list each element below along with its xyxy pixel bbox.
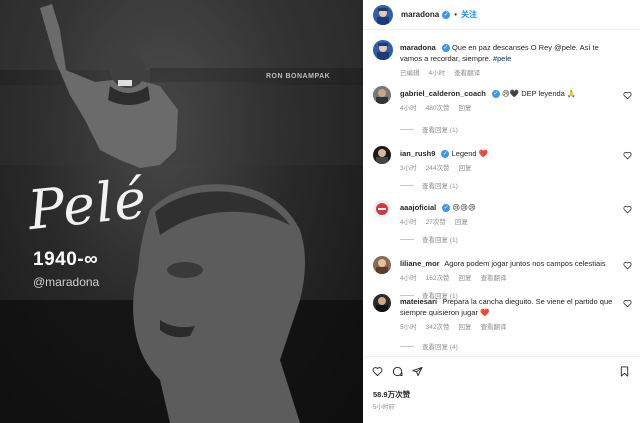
comment-time: 5小时 [400, 324, 417, 331]
avatar[interactable] [373, 86, 391, 104]
comment-text: 😢🖤 DEP leyenda 🙏 [501, 89, 577, 98]
comment-likes[interactable]: 27次赞 [426, 219, 446, 226]
avatar[interactable] [373, 200, 391, 218]
separator-dot: • [454, 10, 458, 19]
translate-link[interactable]: 查看翻译 [480, 324, 506, 331]
comment-username[interactable]: aaajoficial [400, 203, 436, 212]
signature-text: Pelé [24, 166, 151, 243]
view-replies-label: 查看回复 (1) [422, 183, 458, 190]
heart-icon[interactable] [623, 205, 632, 214]
post-header: maradona ✓ • 关注 [363, 0, 640, 30]
avatar[interactable] [373, 146, 391, 164]
avatar[interactable] [373, 294, 391, 312]
comment-icon[interactable] [392, 366, 403, 377]
comment-time: 3小时 [400, 165, 417, 172]
post-image[interactable]: RON BONAMPAK Pelé 1940-∞ @maradona [0, 0, 363, 423]
comment-text: Agora podem jogar juntos nos campos cele… [444, 259, 606, 268]
heart-icon[interactable] [623, 299, 632, 308]
heart-icon[interactable] [623, 261, 632, 270]
bookmark-icon[interactable] [619, 366, 630, 377]
comment-time: 4小时 [400, 275, 417, 282]
comment-likes[interactable]: 342次赞 [426, 324, 450, 331]
view-replies-button[interactable]: 查看回复 (1) [400, 234, 458, 244]
divider-line [400, 128, 414, 130]
comments-list[interactable]: maradona ✓ Que en paz descanses O Rey @pe… [363, 30, 640, 355]
heart-icon[interactable] [623, 91, 632, 100]
likes-count[interactable]: 58.9万次赞 [373, 389, 410, 400]
post-actions-bar: 58.9万次赞 5小时前 [363, 356, 640, 423]
reply-button[interactable]: 回复 [455, 219, 468, 226]
view-replies-button[interactable]: 查看回复 (1) [400, 124, 458, 134]
comment-username[interactable]: mateiesari [400, 297, 437, 306]
reply-button[interactable]: 回复 [458, 165, 471, 172]
view-replies-button[interactable]: 查看回复 (1) [400, 180, 458, 190]
heart-icon[interactable] [623, 151, 632, 160]
hashtag-link[interactable]: #pele [493, 54, 511, 63]
verified-badge-icon: ✓ [442, 10, 451, 19]
comment-likes[interactable]: 162次赞 [426, 275, 450, 282]
view-replies-label: 查看回复 (1) [422, 127, 458, 134]
divider-line [400, 345, 414, 347]
comment-username[interactable]: ian_rush9 [400, 149, 435, 158]
comment-time: 4小时 [400, 219, 417, 226]
avatar[interactable] [373, 4, 393, 25]
translate-link[interactable]: 查看翻译 [480, 275, 506, 282]
comment-time: 4小时 [400, 105, 417, 112]
comment-likes[interactable]: 480次赞 [426, 105, 450, 112]
comment-text: 😢😢😢 [452, 203, 476, 212]
translate-link[interactable]: 查看翻译 [454, 70, 480, 77]
caption-username[interactable]: maradona [400, 43, 436, 52]
years-text: 1940-∞ [33, 249, 99, 270]
post-time: 5小时前 [373, 405, 395, 411]
divider-line [400, 184, 414, 186]
comment-text: Legend ❤️ [451, 149, 488, 158]
share-icon[interactable] [412, 366, 423, 377]
edited-label: 已编辑 [400, 70, 420, 77]
comment-username[interactable]: liliane_mor [400, 259, 440, 268]
caption-time: 4小时 [428, 70, 446, 77]
reply-button[interactable]: 回复 [458, 324, 471, 331]
comment-likes[interactable]: 244次赞 [426, 165, 450, 172]
verified-badge-icon: ✓ [442, 204, 451, 213]
comment-username[interactable]: gabriel_calderon_coach [400, 89, 486, 98]
follow-button[interactable]: 关注 [461, 9, 477, 20]
header-username[interactable]: maradona [401, 10, 439, 19]
avatar[interactable] [373, 40, 393, 60]
verified-badge-icon: ✓ [491, 90, 500, 99]
like-heart-icon[interactable] [372, 366, 383, 377]
divider-line [400, 238, 414, 240]
image-handle-text: @maradona [33, 275, 100, 289]
reply-button[interactable]: 回复 [458, 275, 471, 282]
stadium-sign-text: RON BONAMPAK [266, 73, 331, 80]
view-replies-button[interactable]: 查看回复 (4) [400, 341, 458, 351]
avatar[interactable] [373, 256, 391, 274]
view-replies-label: 查看回复 (1) [422, 237, 458, 244]
reply-button[interactable]: 回复 [458, 105, 471, 112]
view-replies-label: 查看回复 (4) [422, 344, 458, 351]
verified-badge-icon: ✓ [441, 44, 450, 53]
post-side-panel: maradona ✓ • 关注 maradona ✓ Que en paz des… [363, 0, 640, 423]
verified-badge-icon: ✓ [441, 150, 450, 159]
